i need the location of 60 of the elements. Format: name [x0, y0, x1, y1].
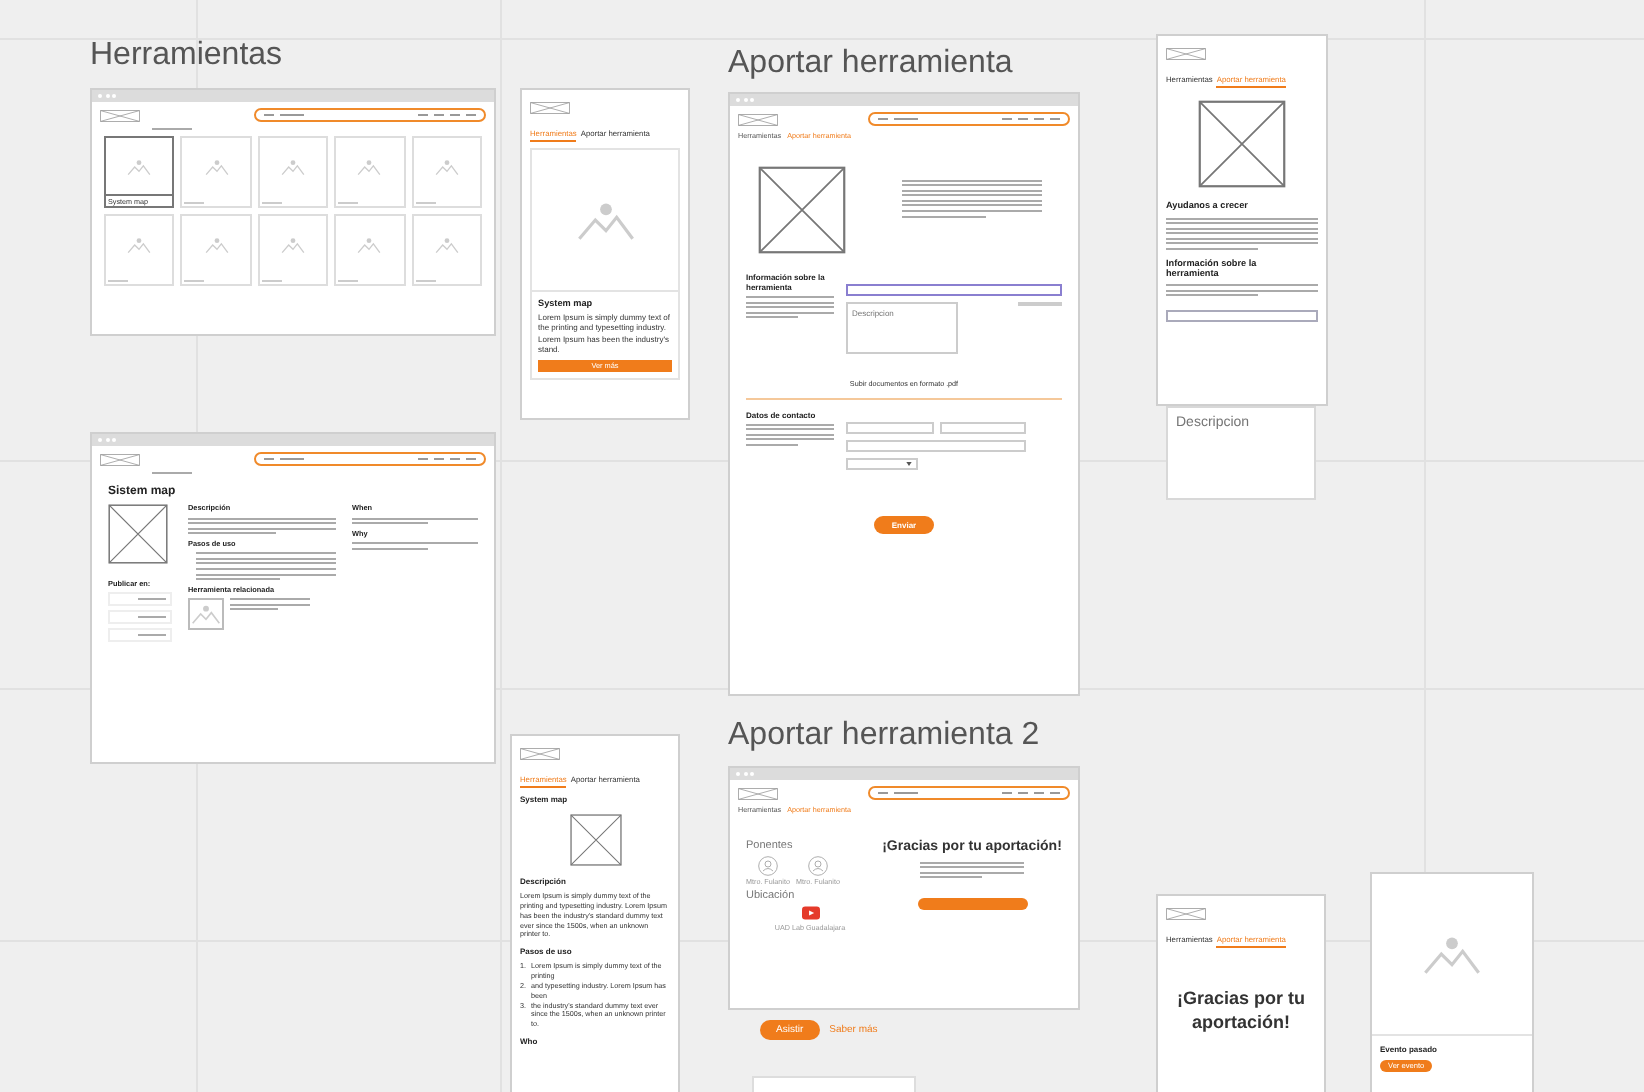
- logo-placeholder-icon: [1166, 908, 1206, 920]
- logo-placeholder-icon: [738, 787, 778, 799]
- logo-placeholder-icon: [520, 748, 560, 760]
- tool-tile[interactable]: [334, 214, 406, 286]
- tool-tile[interactable]: [180, 136, 252, 208]
- image-placeholder: [1198, 100, 1286, 188]
- tool-tile[interactable]: [334, 136, 406, 208]
- text-placeholder-lines: [902, 178, 1042, 219]
- tool-tile[interactable]: [180, 214, 252, 286]
- role-select[interactable]: [846, 457, 918, 470]
- link-placeholder[interactable]: [152, 128, 192, 130]
- image-placeholder-icon: [1420, 932, 1484, 976]
- image-placeholder-icon: [433, 158, 460, 176]
- image-placeholder-icon: [279, 158, 306, 176]
- image-placeholder: [758, 166, 846, 254]
- section-title: Herramientas: [90, 40, 283, 72]
- image-placeholder: [569, 814, 621, 866]
- first-name-field[interactable]: [846, 421, 933, 434]
- last-name-field[interactable]: [939, 421, 1026, 434]
- tag[interactable]: [108, 592, 172, 606]
- logo-placeholder-icon: [530, 102, 570, 114]
- logo-placeholder-icon: [738, 113, 778, 125]
- link-placeholder[interactable]: [152, 472, 192, 474]
- image-placeholder: [108, 504, 168, 564]
- section-title: Aportar herramienta: [728, 48, 1013, 80]
- avatar-icon: [757, 856, 778, 876]
- tool-tile[interactable]: [257, 214, 329, 286]
- section-title: Aportar herramienta 2: [728, 720, 1040, 752]
- tag[interactable]: [108, 628, 172, 642]
- tool-tile[interactable]: [411, 136, 482, 208]
- image-placeholder-icon: [433, 236, 460, 254]
- text-placeholder-lines: [230, 597, 310, 612]
- input-field[interactable]: [1166, 309, 1318, 322]
- email-field[interactable]: [846, 439, 1026, 452]
- image-placeholder-icon: [356, 236, 383, 254]
- tool-name-field[interactable]: [846, 284, 1062, 296]
- image-placeholder-icon: [356, 158, 383, 176]
- image-placeholder-icon: [279, 236, 306, 254]
- image-placeholder-icon: [573, 198, 637, 242]
- avatar-icon: [807, 856, 828, 876]
- text-placeholder-lines: [746, 422, 834, 448]
- image-placeholder-icon: [126, 236, 153, 254]
- play-icon[interactable]: [801, 906, 819, 920]
- text-placeholder-lines: [746, 295, 834, 320]
- logo-placeholder-icon: [100, 453, 140, 465]
- image-placeholder-icon: [126, 158, 153, 176]
- text-placeholder-lines: [352, 516, 478, 526]
- thanks-heading: ¡Gracias por tu aportación!: [1174, 986, 1307, 1035]
- tool-tile[interactable]: [104, 214, 175, 286]
- text-placeholder-lines: [352, 541, 478, 551]
- tag[interactable]: [108, 610, 172, 624]
- logo-placeholder-icon: [1166, 48, 1206, 60]
- image-placeholder-icon: [203, 158, 230, 176]
- tool-tile[interactable]: [257, 136, 329, 208]
- logo-placeholder-icon: [100, 109, 140, 121]
- tool-tile[interactable]: [411, 214, 482, 286]
- text-placeholder-lines: [920, 860, 1024, 880]
- image-placeholder-icon: [203, 236, 230, 254]
- image-placeholder-icon: [188, 597, 224, 630]
- action-button[interactable]: [917, 897, 1027, 910]
